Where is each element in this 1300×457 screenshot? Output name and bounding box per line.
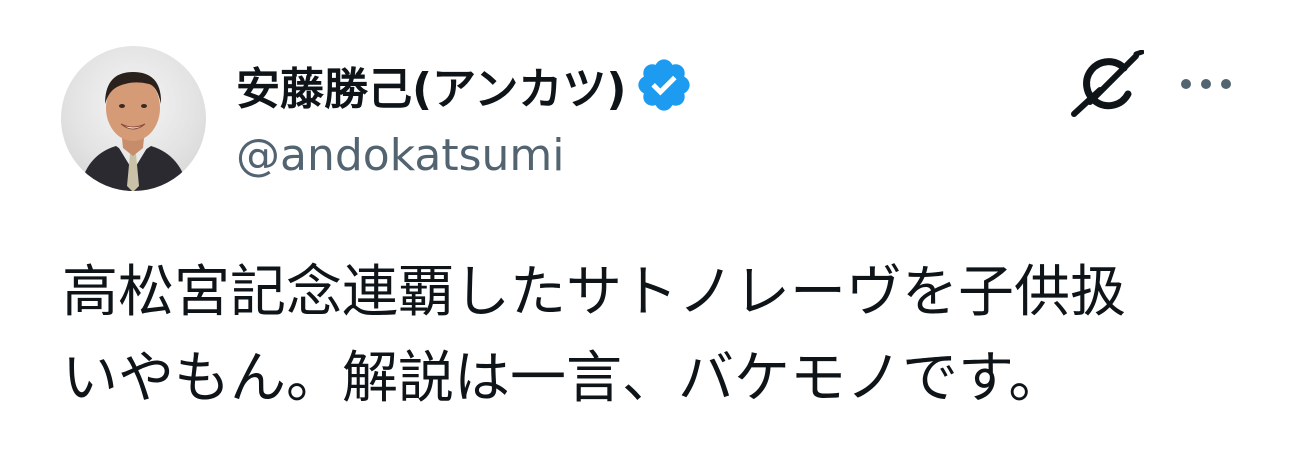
grok-icon[interactable] xyxy=(1070,49,1145,118)
tweet-text: 高松宮記念連覇したサトノレーヴを子供扱 いやもん。解説は一言、バケモノです。 xyxy=(62,250,1252,422)
tweet: 安藤勝己(アンカツ) @andokatsumi 高松宮記念連覇したサトノレーヴを… xyxy=(0,0,1300,457)
more-icon[interactable] xyxy=(1178,70,1234,98)
tweet-text-line: 高松宮記念連覇したサトノレーヴを子供扱 xyxy=(62,260,1126,325)
avatar-photo xyxy=(79,72,189,191)
author-row: 安藤勝己(アンカツ) xyxy=(236,50,694,120)
author-handle[interactable]: @andokatsumi xyxy=(236,130,565,181)
tweet-text-line: いやもん。解説は一言、バケモノです。 xyxy=(62,346,1065,411)
verified-badge-icon[interactable] xyxy=(634,55,694,115)
author-display-name[interactable]: 安藤勝己(アンカツ) xyxy=(236,53,626,117)
avatar[interactable] xyxy=(61,46,206,191)
